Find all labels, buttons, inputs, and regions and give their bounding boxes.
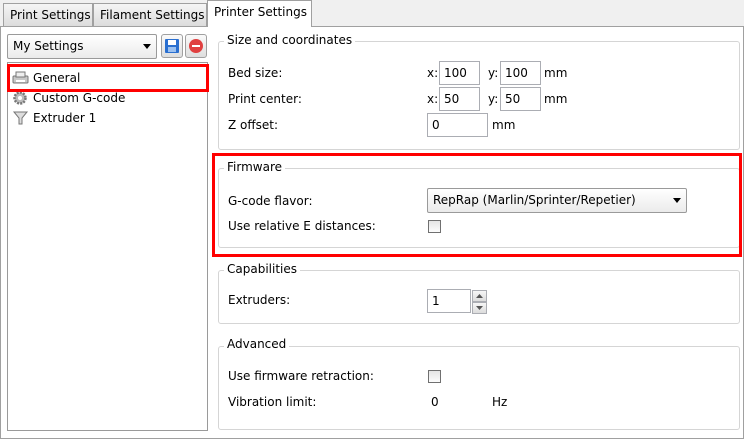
tab-printer-settings[interactable]: Printer Settings — [207, 0, 312, 27]
preset-select[interactable]: My Settings — [7, 34, 157, 59]
gcode-flavor-label: G-code flavor: — [228, 194, 313, 208]
firmware-retraction-checkbox[interactable] — [428, 370, 441, 383]
relative-e-label: Use relative E distances: — [228, 219, 376, 233]
delete-preset-button[interactable] — [185, 34, 207, 58]
bed-size-x-input[interactable]: 100 — [439, 61, 480, 85]
chevron-down-icon — [143, 44, 151, 49]
tree-item-label: Extruder 1 — [33, 111, 97, 125]
y-prefix: y: — [488, 66, 499, 80]
printer-icon — [12, 71, 29, 84]
save-preset-button[interactable] — [161, 34, 183, 58]
group-title: Capabilities — [224, 262, 300, 276]
chevron-down-icon — [673, 198, 681, 203]
unit-label: mm — [544, 66, 568, 80]
z-offset-input[interactable]: 0 — [427, 113, 488, 137]
y-prefix: y: — [488, 92, 499, 106]
x-prefix: x: — [427, 66, 439, 80]
bed-size-y-input[interactable]: 100 — [500, 61, 541, 85]
extruders-label: Extruders: — [228, 293, 291, 307]
print-center-y-input[interactable]: 50 — [500, 87, 541, 111]
extruders-input[interactable]: 1 — [427, 289, 471, 313]
delete-icon — [189, 39, 203, 53]
unit-label: mm — [544, 92, 568, 106]
spin-down-button[interactable] — [472, 302, 487, 314]
gcode-flavor-select[interactable]: RepRap (Marlin/Sprinter/Repetier) — [427, 188, 687, 213]
chevron-down-icon — [476, 306, 483, 310]
relative-e-checkbox[interactable] — [428, 220, 441, 233]
bed-size-label: Bed size: — [228, 66, 283, 80]
x-prefix: x: — [427, 92, 439, 106]
spin-up-button[interactable] — [472, 290, 487, 302]
print-center-label: Print center: — [228, 92, 302, 106]
settings-tree[interactable]: General Custom G-code Extruder 1 — [7, 62, 208, 431]
preset-select-value: My Settings — [13, 39, 84, 53]
gcode-flavor-value: RepRap (Marlin/Sprinter/Repetier) — [433, 193, 636, 207]
print-center-x-input[interactable]: 50 — [439, 87, 480, 111]
unit-label: mm — [492, 118, 516, 132]
funnel-icon — [12, 111, 29, 125]
save-icon — [165, 39, 179, 53]
group-title: Firmware — [224, 160, 285, 174]
tab-filament-settings[interactable]: Filament Settings — [93, 3, 207, 26]
chevron-up-icon — [476, 294, 483, 298]
tree-item-label: General — [33, 71, 81, 85]
group-title: Size and coordinates — [224, 33, 356, 47]
advanced-group — [218, 346, 740, 430]
gear-icon — [13, 91, 27, 105]
group-title: Advanced — [224, 337, 290, 351]
vibration-limit-value: 0 — [431, 395, 439, 409]
tree-item-label: Custom G-code — [33, 91, 126, 105]
tab-print-settings[interactable]: Print Settings — [3, 3, 93, 26]
firmware-retraction-label: Use firmware retraction: — [228, 369, 374, 383]
vibration-unit-label: Hz — [492, 395, 508, 409]
vibration-limit-label: Vibration limit: — [228, 395, 317, 409]
z-offset-label: Z offset: — [228, 118, 279, 132]
